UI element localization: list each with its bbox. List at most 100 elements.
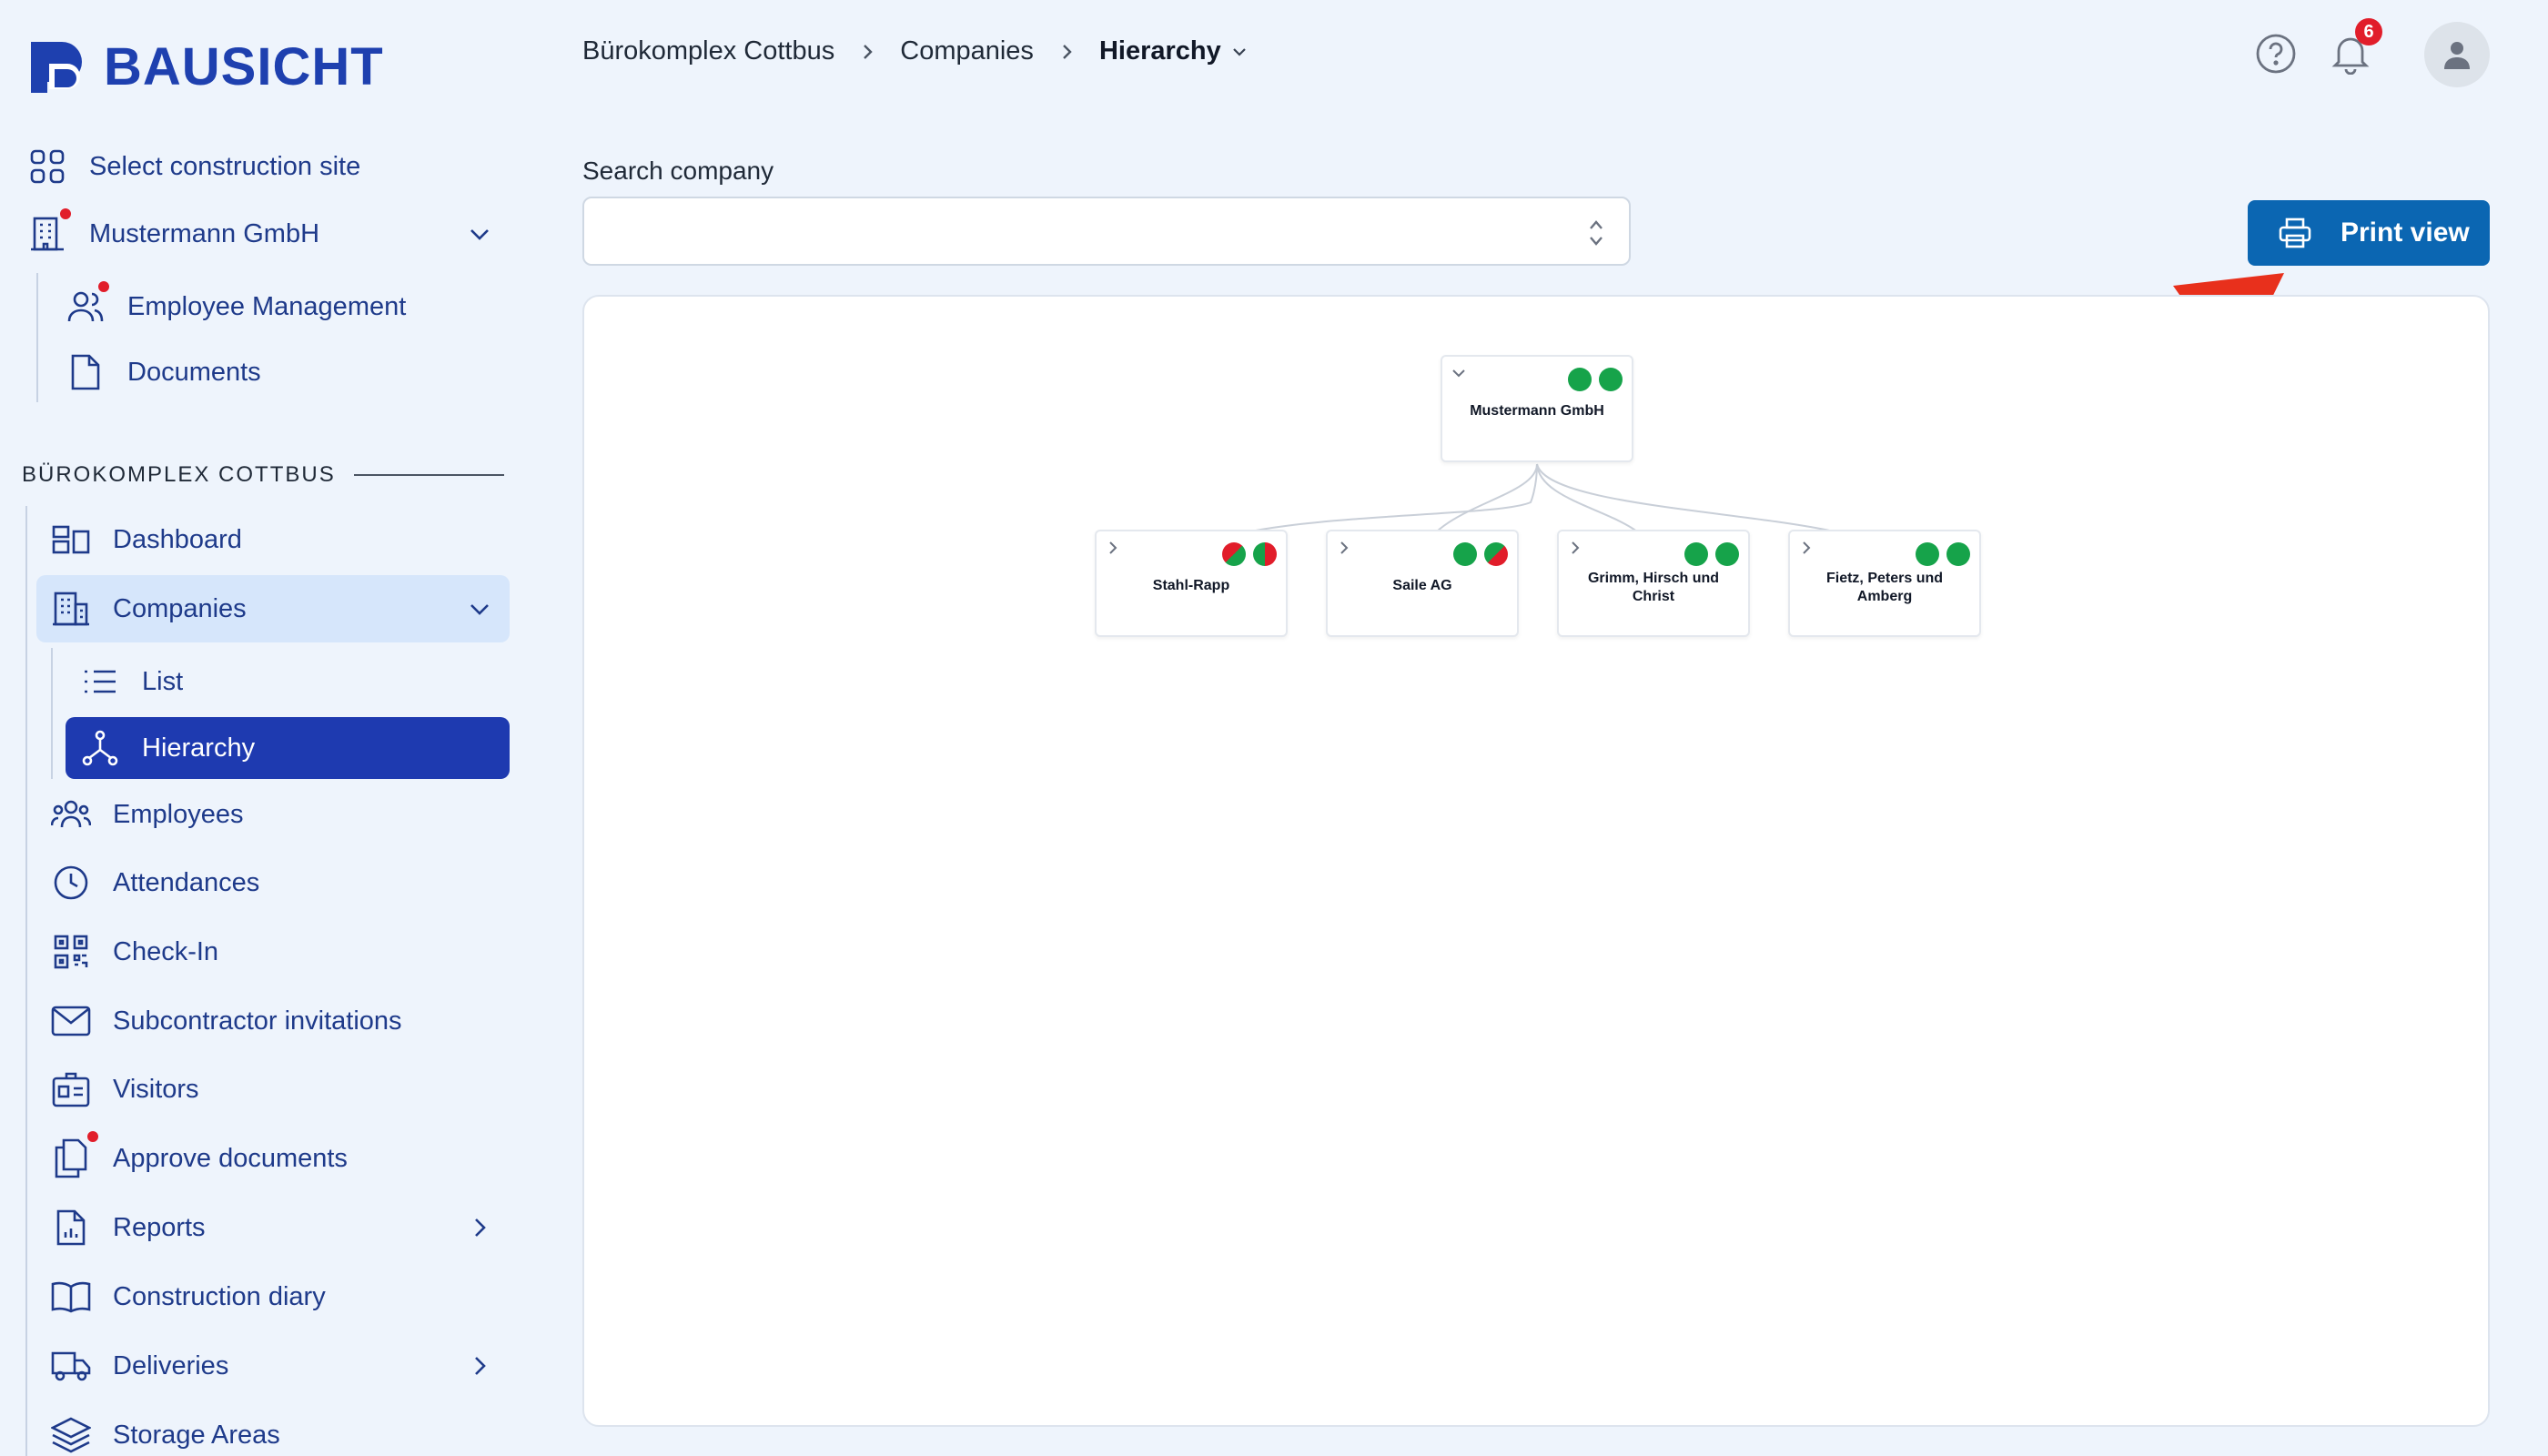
nav-check-in[interactable]: Check-In bbox=[36, 918, 510, 986]
print-view-button[interactable]: Print view bbox=[2248, 200, 2490, 266]
section-title-text: BÜROKOMPLEX COTTBUS bbox=[22, 462, 336, 487]
nav-label: Mustermann GmbH bbox=[89, 218, 320, 248]
hierarchy-node-root[interactable]: Mustermann GmbH bbox=[1441, 355, 1633, 462]
nav-label: Attendances bbox=[113, 867, 260, 897]
breadcrumb-companies[interactable]: Companies bbox=[900, 36, 1034, 66]
hierarchy-node[interactable]: Saile AG bbox=[1326, 530, 1519, 637]
nav-employees[interactable]: Employees bbox=[36, 781, 510, 848]
qr-code-icon bbox=[51, 932, 91, 972]
nav-companies-hierarchy[interactable]: Hierarchy bbox=[66, 717, 510, 779]
notification-badge: 6 bbox=[2355, 18, 2382, 46]
chevron-right-icon bbox=[864, 44, 873, 59]
tree-line bbox=[51, 648, 53, 779]
nav-storage-areas[interactable]: Storage Areas bbox=[36, 1401, 510, 1456]
user-icon bbox=[2444, 42, 2470, 69]
nav-reports[interactable]: Reports bbox=[36, 1194, 510, 1261]
chevron-right-icon[interactable] bbox=[466, 1352, 493, 1380]
nav-label: Employees bbox=[113, 799, 244, 829]
nav-visitors[interactable]: Visitors bbox=[36, 1056, 510, 1123]
nav-label: Storage Areas bbox=[113, 1420, 280, 1450]
documents-status-icon bbox=[1946, 542, 1970, 566]
nav-approve-documents[interactable]: Approve documents bbox=[36, 1125, 510, 1192]
document-icon bbox=[66, 352, 106, 392]
book-icon bbox=[51, 1277, 91, 1317]
breadcrumb-current[interactable]: Hierarchy bbox=[1099, 36, 1221, 66]
chevron-down-icon[interactable] bbox=[1450, 364, 1468, 382]
nav-company-mustermann[interactable]: Mustermann GmbH bbox=[27, 200, 510, 268]
app: BAUSICHT Select construction site Muster… bbox=[0, 0, 2548, 1456]
nav-documents[interactable]: Documents bbox=[66, 339, 510, 406]
chevron-right-icon[interactable] bbox=[466, 1214, 493, 1241]
nav-label: Companies bbox=[113, 593, 247, 623]
nav-label: Subcontractor invitations bbox=[113, 1006, 402, 1036]
nav-label: Reports bbox=[113, 1212, 206, 1242]
node-name: Stahl-Rapp bbox=[1152, 578, 1230, 593]
brand-logo[interactable]: BAUSICHT bbox=[27, 36, 384, 97]
users-status-icon bbox=[1916, 542, 1939, 566]
chevron-down-icon[interactable] bbox=[1230, 43, 1249, 61]
nav-label: Employee Management bbox=[127, 291, 407, 321]
nav-construction-diary[interactable]: Construction diary bbox=[36, 1263, 510, 1330]
nav-label: List bbox=[142, 666, 184, 696]
node-name: Mustermann GmbH bbox=[1470, 403, 1604, 419]
grid-icon bbox=[27, 147, 67, 187]
building-icon bbox=[51, 589, 91, 629]
hierarchy-connectors bbox=[1190, 463, 1886, 552]
users-status-icon bbox=[1222, 542, 1246, 566]
hierarchy-node[interactable]: Stahl-Rapp bbox=[1095, 530, 1288, 637]
nav-label: Visitors bbox=[113, 1074, 199, 1104]
chevron-down-icon[interactable] bbox=[466, 220, 493, 248]
clock-icon bbox=[51, 863, 91, 903]
nav-label: Check-In bbox=[113, 936, 219, 966]
users-group-icon bbox=[51, 794, 91, 834]
envelope-icon bbox=[51, 1001, 91, 1041]
hierarchy-canvas[interactable]: Mustermann GmbH Stahl-Rapp Saile AG Grim… bbox=[582, 295, 2490, 1427]
hierarchy-node[interactable]: Grimm, Hirsch und Christ bbox=[1557, 530, 1750, 637]
chevron-right-icon[interactable] bbox=[1335, 539, 1353, 557]
nav-select-construction-site[interactable]: Select construction site bbox=[27, 133, 510, 200]
breadcrumb-site[interactable]: Bürokomplex Cottbus bbox=[582, 36, 834, 66]
section-divider bbox=[353, 474, 504, 476]
alert-dot bbox=[58, 207, 73, 221]
sidebar: BAUSICHT Select construction site Muster… bbox=[0, 0, 528, 1456]
chevron-right-icon[interactable] bbox=[1797, 539, 1815, 557]
nav-label: Construction diary bbox=[113, 1281, 326, 1311]
tree-line bbox=[25, 506, 27, 1456]
chevron-right-icon[interactable] bbox=[1104, 539, 1122, 557]
hierarchy-node[interactable]: Fietz, Peters und Amberg bbox=[1788, 530, 1981, 637]
nav-attendances[interactable]: Attendances bbox=[36, 849, 510, 916]
nav-label: Documents bbox=[127, 357, 261, 387]
nav-dashboard[interactable]: Dashboard bbox=[36, 506, 510, 573]
notifications-button[interactable]: 6 bbox=[2331, 18, 2382, 79]
search-company-input[interactable] bbox=[584, 198, 1629, 264]
documents-status-icon bbox=[1484, 542, 1508, 566]
nav-subcontractor-invitations[interactable]: Subcontractor invitations bbox=[36, 987, 510, 1055]
help-button[interactable] bbox=[2255, 33, 2297, 79]
documents-icon bbox=[51, 1129, 100, 1178]
node-name: Fietz, Peters und Amberg bbox=[1825, 571, 1944, 604]
truck-icon bbox=[51, 1346, 91, 1386]
chevron-up-down-icon bbox=[1590, 220, 1603, 246]
nav-deliveries[interactable]: Deliveries bbox=[36, 1332, 510, 1400]
nav-label: Hierarchy bbox=[142, 733, 256, 763]
alert-dot bbox=[96, 279, 111, 294]
brand-name: BAUSICHT bbox=[104, 37, 384, 96]
dashboard-icon bbox=[51, 520, 91, 560]
users-status-icon bbox=[1568, 368, 1592, 391]
hierarchy-icon bbox=[80, 728, 120, 768]
user-avatar[interactable] bbox=[2424, 22, 2490, 87]
nav-companies[interactable]: Companies bbox=[36, 575, 510, 642]
report-icon bbox=[51, 1208, 91, 1248]
layers-icon bbox=[51, 1415, 91, 1455]
search-company-select[interactable] bbox=[582, 197, 1631, 266]
logo-icon bbox=[31, 41, 82, 93]
nav-label: Approve documents bbox=[113, 1143, 348, 1173]
nav-employee-management[interactable]: Employee Management bbox=[66, 273, 510, 340]
chevron-right-icon[interactable] bbox=[1566, 539, 1584, 557]
nav-label: Select construction site bbox=[89, 151, 361, 181]
chevron-down-icon[interactable] bbox=[466, 595, 493, 622]
section-title: BÜROKOMPLEX COTTBUS bbox=[22, 462, 504, 488]
users-status-icon bbox=[1684, 542, 1708, 566]
node-name: Grimm, Hirsch und Christ bbox=[1587, 571, 1720, 604]
nav-companies-list[interactable]: List bbox=[66, 648, 510, 715]
